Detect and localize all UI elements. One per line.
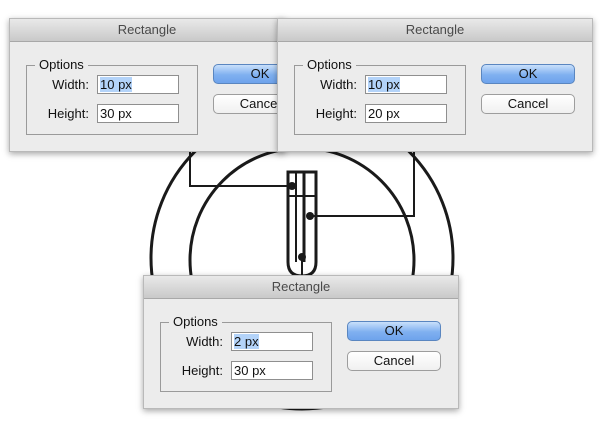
width-field[interactable]: 10 px <box>365 75 447 94</box>
callout-line-right <box>310 150 415 217</box>
height-field[interactable]: 20 px <box>365 104 447 123</box>
height-field[interactable]: 30 px <box>231 361 313 380</box>
width-label: Width: <box>320 77 357 92</box>
width-label: Width: <box>186 334 223 349</box>
options-group: Options Width: 2 px Height: 30 px <box>160 314 332 392</box>
rectangle-dialog-2: Rectangle Options Width: 10 px Height: 2… <box>277 18 593 152</box>
options-group: Options Width: 10 px Height: 20 px <box>294 57 466 135</box>
ok-button[interactable]: OK <box>481 64 575 84</box>
options-label: Options <box>35 57 88 72</box>
height-label: Height: <box>315 106 357 121</box>
rectangle-dialog-3: Rectangle Options Width: 2 px Height: 30… <box>143 275 459 409</box>
callout-dot-left <box>288 182 296 190</box>
options-group: Options Width: 10 px Height: 30 px <box>26 57 198 135</box>
cancel-button[interactable]: Cancel <box>481 94 575 114</box>
options-label: Options <box>303 57 356 72</box>
height-label: Height: <box>181 363 223 378</box>
width-label: Width: <box>52 77 89 92</box>
width-field[interactable]: 10 px <box>97 75 179 94</box>
rectangle-dialog-1: Rectangle Options Width: 10 px Height: 3… <box>9 18 307 152</box>
cancel-button[interactable]: Cancel <box>347 351 441 371</box>
height-label: Height: <box>47 106 89 121</box>
callout-line-left <box>189 150 292 187</box>
dialog-title: Rectangle <box>278 19 592 42</box>
dialog-title: Rectangle <box>10 19 284 42</box>
height-field[interactable]: 30 px <box>97 104 179 123</box>
callout-dot-right <box>306 212 314 220</box>
callout-dot-bottom <box>298 253 306 261</box>
dialog-title: Rectangle <box>144 276 458 299</box>
options-label: Options <box>169 314 222 329</box>
width-field[interactable]: 2 px <box>231 332 313 351</box>
ok-button[interactable]: OK <box>347 321 441 341</box>
